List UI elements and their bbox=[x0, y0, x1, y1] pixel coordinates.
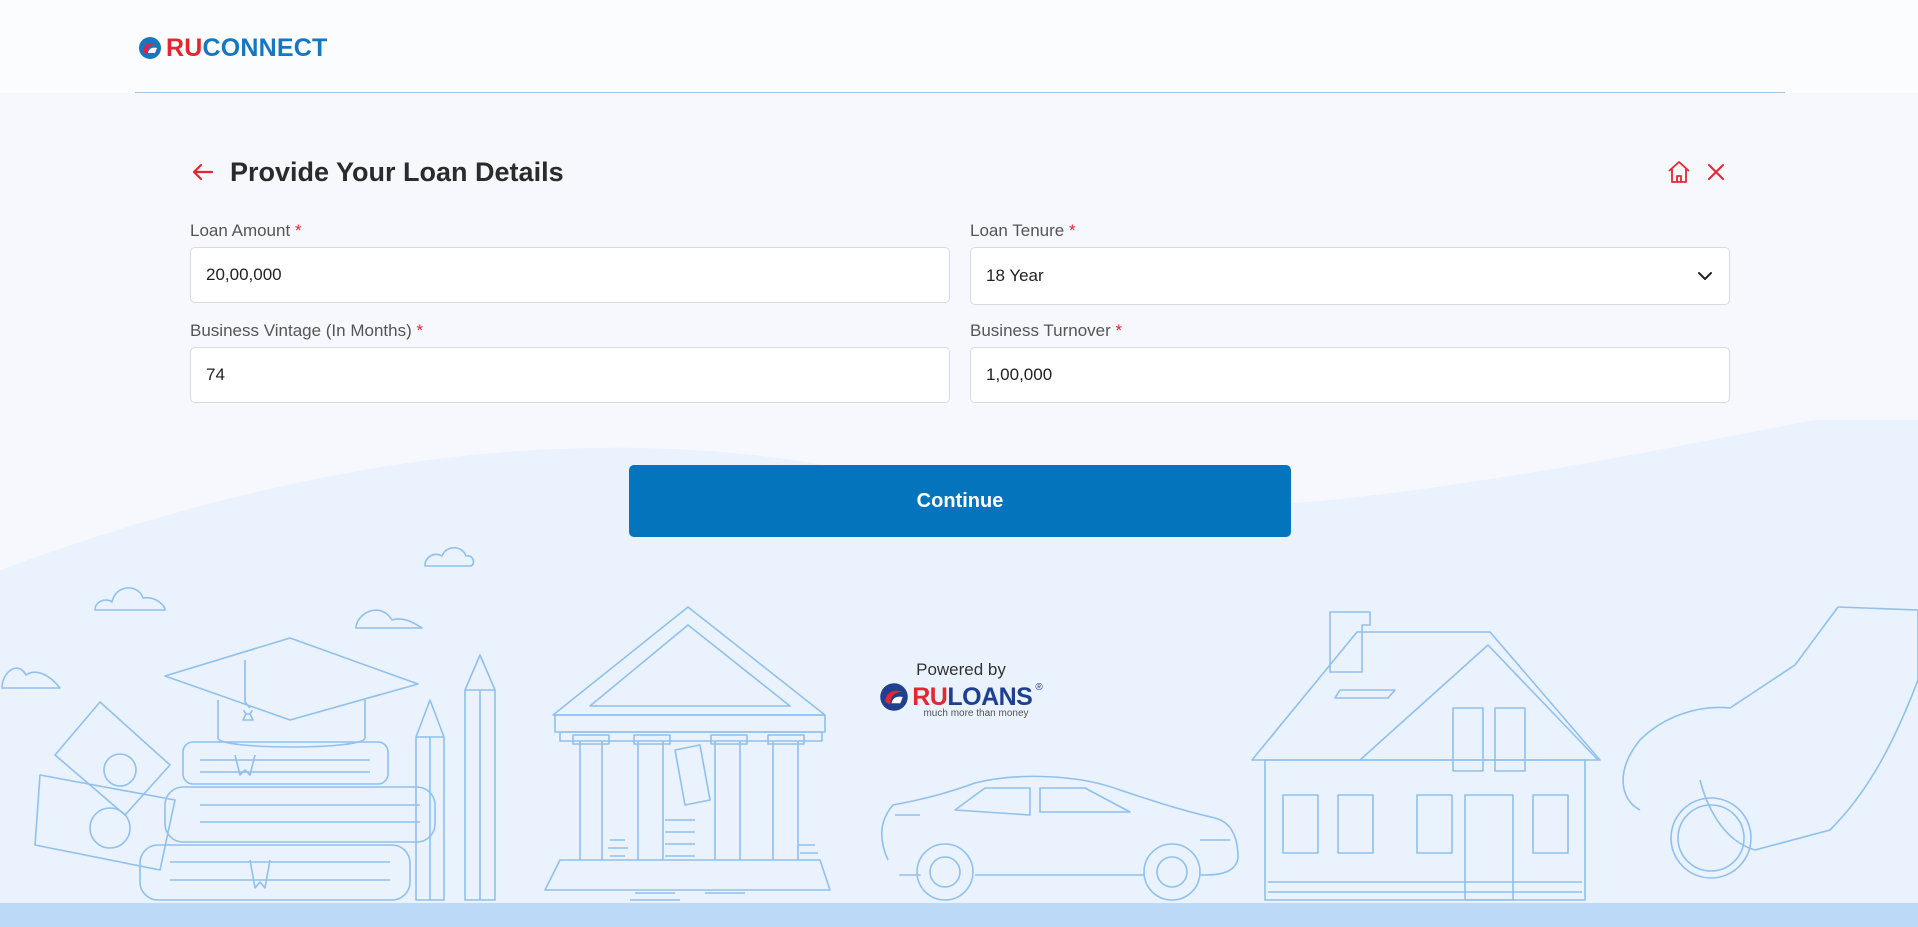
loan-amount-label-text: Loan Amount bbox=[190, 221, 291, 240]
cloud-icon bbox=[1, 546, 475, 689]
business-turnover-label-text: Business Turnover bbox=[970, 321, 1111, 340]
loan-amount-input-box bbox=[190, 247, 950, 303]
ruloans-tagline: much more than money bbox=[923, 708, 1029, 719]
loan-tenure-select[interactable]: 18 Year bbox=[970, 247, 1730, 305]
close-icon[interactable] bbox=[1705, 161, 1727, 183]
header-divider bbox=[135, 92, 1785, 93]
required-marker: * bbox=[294, 221, 302, 240]
bank-illustration bbox=[544, 606, 831, 901]
business-turnover-input[interactable] bbox=[986, 365, 1714, 385]
loan-tenure-label: Loan Tenure * bbox=[970, 221, 1730, 247]
logo-text-connect: CONNECT bbox=[202, 33, 328, 62]
registered-mark: ® bbox=[1035, 682, 1043, 693]
business-turnover-input-box bbox=[970, 347, 1730, 403]
loan-tenure-field: Loan Tenure * 18 Year bbox=[970, 221, 1730, 305]
loan-tenure-value: 18 Year bbox=[986, 266, 1044, 285]
top-bar: RU CONNECT bbox=[0, 0, 1918, 93]
ruconnect-logo-icon bbox=[139, 37, 161, 59]
ruconnect-logo[interactable]: RU CONNECT bbox=[138, 33, 328, 63]
house-illustration bbox=[1251, 611, 1601, 901]
business-vintage-field: Business Vintage (In Months) * bbox=[190, 321, 950, 403]
required-marker: * bbox=[1115, 321, 1123, 340]
education-illustration bbox=[34, 637, 496, 901]
business-vintage-label: Business Vintage (In Months) * bbox=[190, 321, 950, 347]
continue-button[interactable]: Continue bbox=[629, 465, 1291, 537]
form-header: Provide Your Loan Details bbox=[190, 153, 1730, 193]
chevron-down-icon bbox=[1698, 272, 1712, 280]
ruloans-text-loans: LOANS bbox=[947, 682, 1033, 711]
ruloans-logo-icon bbox=[880, 683, 908, 711]
ground-strip bbox=[0, 903, 1918, 927]
business-vintage-input-box bbox=[190, 347, 950, 403]
business-vintage-label-text: Business Vintage (In Months) bbox=[190, 321, 412, 340]
required-marker: * bbox=[1068, 221, 1076, 240]
loan-tenure-label-text: Loan Tenure bbox=[970, 221, 1065, 240]
powered-by-text: Powered by bbox=[916, 660, 1006, 679]
loan-amount-input[interactable] bbox=[206, 265, 934, 285]
ruloans-text-ru: RU bbox=[912, 682, 948, 711]
home-icon[interactable] bbox=[1666, 159, 1692, 185]
car-illustration bbox=[880, 775, 1239, 901]
required-marker: * bbox=[416, 321, 424, 340]
logo-text-ru: RU bbox=[166, 33, 203, 62]
page-title: Provide Your Loan Details bbox=[230, 157, 564, 187]
loan-amount-label: Loan Amount * bbox=[190, 221, 950, 247]
back-arrow-icon[interactable] bbox=[190, 159, 216, 185]
business-vintage-input[interactable] bbox=[206, 365, 934, 385]
loan-amount-field: Loan Amount * bbox=[190, 221, 950, 303]
business-turnover-field: Business Turnover * bbox=[970, 321, 1730, 403]
business-turnover-label: Business Turnover * bbox=[970, 321, 1730, 347]
hand-coin-illustration bbox=[1622, 606, 1918, 879]
powered-by-block: Powered by RULOANS ® much more than mone… bbox=[878, 660, 1044, 719]
